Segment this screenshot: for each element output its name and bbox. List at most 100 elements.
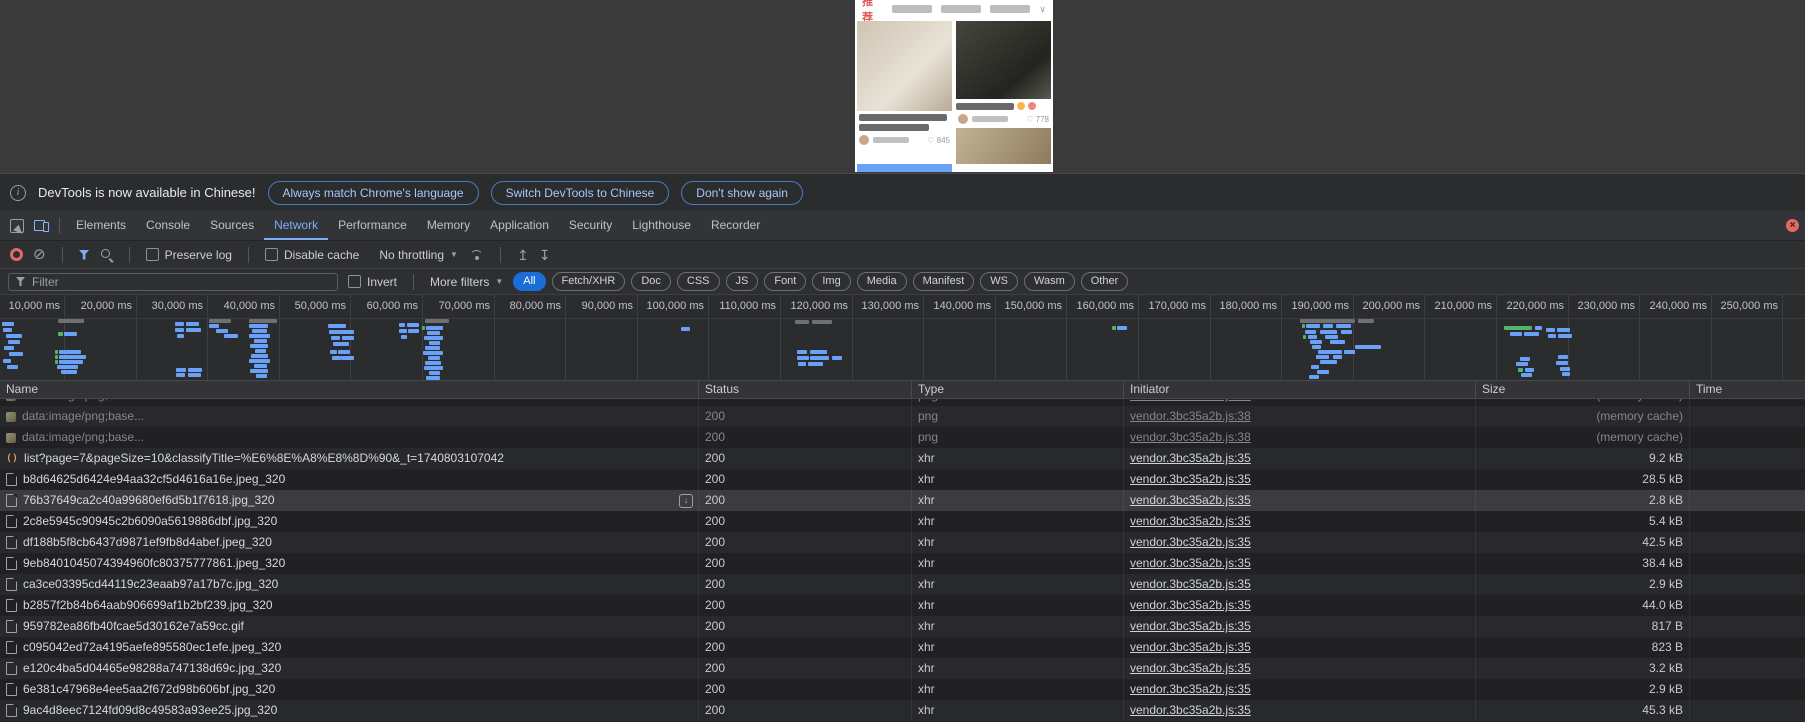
initiator-link[interactable]: vendor.3bc35a2b.js:38 (1130, 409, 1251, 423)
table-row[interactable]: c095042ed72a4195aefe895580ec1efe.jpeg_32… (0, 637, 1805, 658)
tab-security[interactable]: Security (559, 211, 622, 240)
tab-application[interactable]: Application (480, 211, 559, 240)
table-row[interactable]: data:image/png;base...200pngvendor.3bc35… (0, 427, 1805, 448)
filter-pill-other[interactable]: Other (1081, 272, 1129, 291)
webpage-nav-item-placeholder[interactable] (892, 5, 932, 13)
request-name-cell[interactable]: data:image/png;base... (0, 427, 698, 448)
filter-pill-fetchxhr[interactable]: Fetch/XHR (552, 272, 626, 291)
initiator-link[interactable]: vendor.3bc35a2b.js:35 (1130, 598, 1251, 612)
table-row[interactable]: b8d64625d6424e94aa32cf5d4616a16e.jpeg_32… (0, 469, 1805, 490)
request-name-cell[interactable]: 2c8e5945c90945c2b6090a5619886dbf.jpg_320 (0, 511, 698, 532)
request-name-cell[interactable]: 959782ea86fb40fcae5d30162e7a59cc.gif (0, 616, 698, 637)
inspect-element-icon[interactable] (10, 219, 24, 233)
request-name-cell[interactable]: 9ac4d8eec7124fd09d8c49583a93ee25.jpg_320 (0, 700, 698, 721)
request-name-cell[interactable]: ca3ce03395cd44119c23eaab97a17b7c.jpg_320 (0, 574, 698, 595)
filter-pill-wasm[interactable]: Wasm (1024, 272, 1075, 291)
request-name-cell[interactable]: df188b5f8cb6437d9871ef9fb8d4abef.jpeg_32… (0, 532, 698, 553)
export-har-icon[interactable]: ↧ (539, 248, 551, 262)
tab-lighthouse[interactable]: Lighthouse (622, 211, 701, 240)
table-row[interactable]: ca3ce03395cd44119c23eaab97a17b7c.jpg_320… (0, 574, 1805, 595)
filter-toggle-icon[interactable] (79, 250, 90, 260)
tab-console[interactable]: Console (136, 211, 200, 240)
webpage-nav-item-placeholder[interactable] (941, 5, 981, 13)
more-filters-dropdown[interactable]: More filters ▼ (430, 275, 503, 289)
table-row[interactable]: e120c4ba5d04465e98288a747138d69c.jpg_320… (0, 658, 1805, 679)
tab-memory[interactable]: Memory (417, 211, 480, 240)
likes-count[interactable]: ♡ 845 (927, 136, 950, 145)
column-header-type[interactable]: Type (911, 381, 1123, 398)
table-row[interactable]: ()list?page=7&pageSize=10&classifyTitle=… (0, 448, 1805, 469)
table-row[interactable]: 2c8e5945c90945c2b6090a5619886dbf.jpg_320… (0, 511, 1805, 532)
column-header-status[interactable]: Status (698, 381, 911, 398)
chevron-down-icon[interactable]: ∨ (1039, 4, 1046, 15)
invert-checkbox[interactable]: Invert (348, 275, 397, 289)
request-name-cell[interactable]: b8d64625d6424e94aa32cf5d4616a16e.jpeg_32… (0, 469, 698, 490)
search-icon[interactable] (100, 248, 113, 261)
error-count-icon[interactable]: × (1786, 219, 1799, 232)
dont-show-again-button[interactable]: Don't show again (681, 181, 803, 205)
initiator-link[interactable]: vendor.3bc35a2b.js:35 (1130, 703, 1251, 717)
filter-pill-all[interactable]: All (513, 272, 545, 291)
preserve-log-checkbox[interactable]: Preserve log (146, 248, 232, 262)
tab-performance[interactable]: Performance (328, 211, 417, 240)
request-name-cell[interactable]: 6e381c47968e4ee5aa2f672d98b606bf.jpg_320 (0, 679, 698, 700)
request-name-cell[interactable]: c095042ed72a4195aefe895580ec1efe.jpeg_32… (0, 637, 698, 658)
initiator-link[interactable]: vendor.3bc35a2b.js:35 (1130, 514, 1251, 528)
always-match-language-button[interactable]: Always match Chrome's language (268, 181, 479, 205)
initiator-link[interactable]: vendor.3bc35a2b.js:35 (1130, 577, 1251, 591)
table-row[interactable]: data:image/png;base...200pngvendor.3bc35… (0, 399, 1805, 406)
throttling-select[interactable]: No throttling ▼ (379, 248, 458, 262)
filter-pill-js[interactable]: JS (726, 272, 759, 291)
table-row[interactable]: 76b37649ca2c40a99680ef6d5b1f7618.jpg_320… (0, 490, 1805, 511)
request-name-cell[interactable]: data:image/png;base... (0, 406, 698, 427)
table-row[interactable]: 959782ea86fb40fcae5d30162e7a59cc.gif200x… (0, 616, 1805, 637)
table-row[interactable]: 9eb8401045074394960fc80375777861.jpeg_32… (0, 553, 1805, 574)
table-row[interactable]: 9ac4d8eec7124fd09d8c49583a93ee25.jpg_320… (0, 700, 1805, 721)
filter-input[interactable]: Filter (8, 273, 338, 291)
checkbox-icon[interactable] (146, 248, 159, 261)
initiator-link[interactable]: vendor.3bc35a2b.js:35 (1130, 661, 1251, 675)
initiator-link[interactable]: vendor.3bc35a2b.js:35 (1130, 472, 1251, 486)
checkbox-icon[interactable] (348, 275, 361, 288)
column-header-time[interactable]: Time (1689, 381, 1805, 398)
filter-pill-css[interactable]: CSS (677, 272, 720, 291)
checkbox-icon[interactable] (265, 248, 278, 261)
request-name-cell[interactable]: e120c4ba5d04465e98288a747138d69c.jpg_320 (0, 658, 698, 679)
request-name-cell[interactable]: ()list?page=7&pageSize=10&classifyTitle=… (0, 448, 698, 469)
device-toolbar-icon[interactable] (34, 219, 49, 232)
initiator-link[interactable]: vendor.3bc35a2b.js:35 (1130, 682, 1251, 696)
initiator-link[interactable]: vendor.3bc35a2b.js:38 (1130, 399, 1251, 402)
webpage-nav-item-placeholder[interactable] (990, 5, 1030, 13)
column-header-size[interactable]: Size (1475, 381, 1689, 398)
import-har-icon[interactable]: ↥ (517, 248, 529, 262)
network-conditions-icon[interactable] (468, 249, 484, 261)
initiator-link[interactable]: vendor.3bc35a2b.js:35 (1130, 451, 1251, 465)
column-header-initiator[interactable]: Initiator (1123, 381, 1475, 398)
tab-recorder[interactable]: Recorder (701, 211, 770, 240)
table-row[interactable]: 6e381c47968e4ee5aa2f672d98b606bf.jpg_320… (0, 679, 1805, 700)
likes-count[interactable]: ♡ 778 (1026, 115, 1049, 124)
initiator-link[interactable]: vendor.3bc35a2b.js:35 (1130, 619, 1251, 633)
record-network-log-icon[interactable] (10, 248, 23, 261)
column-header-name[interactable]: Name (0, 381, 698, 398)
filter-pill-media[interactable]: Media (857, 272, 907, 291)
network-overview-timeline[interactable]: 10,000 ms20,000 ms30,000 ms40,000 ms50,0… (0, 294, 1805, 381)
switch-devtools-chinese-button[interactable]: Switch DevTools to Chinese (491, 181, 670, 205)
filter-pill-img[interactable]: Img (812, 272, 850, 291)
tab-sources[interactable]: Sources (200, 211, 264, 240)
initiator-link[interactable]: vendor.3bc35a2b.js:35 (1130, 640, 1251, 654)
request-name-cell[interactable]: data:image/png;base... (0, 399, 698, 406)
webpage-card[interactable]: ♡ 778 (956, 21, 1051, 164)
request-name-cell[interactable]: 76b37649ca2c40a99680ef6d5b1f7618.jpg_320… (0, 490, 698, 511)
initiator-link[interactable]: vendor.3bc35a2b.js:35 (1130, 535, 1251, 549)
tab-elements[interactable]: Elements (66, 211, 136, 240)
tab-network[interactable]: Network (264, 211, 328, 240)
filter-pill-ws[interactable]: WS (980, 272, 1018, 291)
webpage-card[interactable]: ♡ 845 (857, 21, 952, 145)
filter-pill-doc[interactable]: Doc (631, 272, 671, 291)
request-name-cell[interactable]: b2857f2b84b64aab906699af1b2bf239.jpg_320 (0, 595, 698, 616)
filter-pill-font[interactable]: Font (764, 272, 806, 291)
disable-cache-checkbox[interactable]: Disable cache (265, 248, 359, 262)
table-row[interactable]: b2857f2b84b64aab906699af1b2bf239.jpg_320… (0, 595, 1805, 616)
initiator-link[interactable]: vendor.3bc35a2b.js:35 (1130, 556, 1251, 570)
